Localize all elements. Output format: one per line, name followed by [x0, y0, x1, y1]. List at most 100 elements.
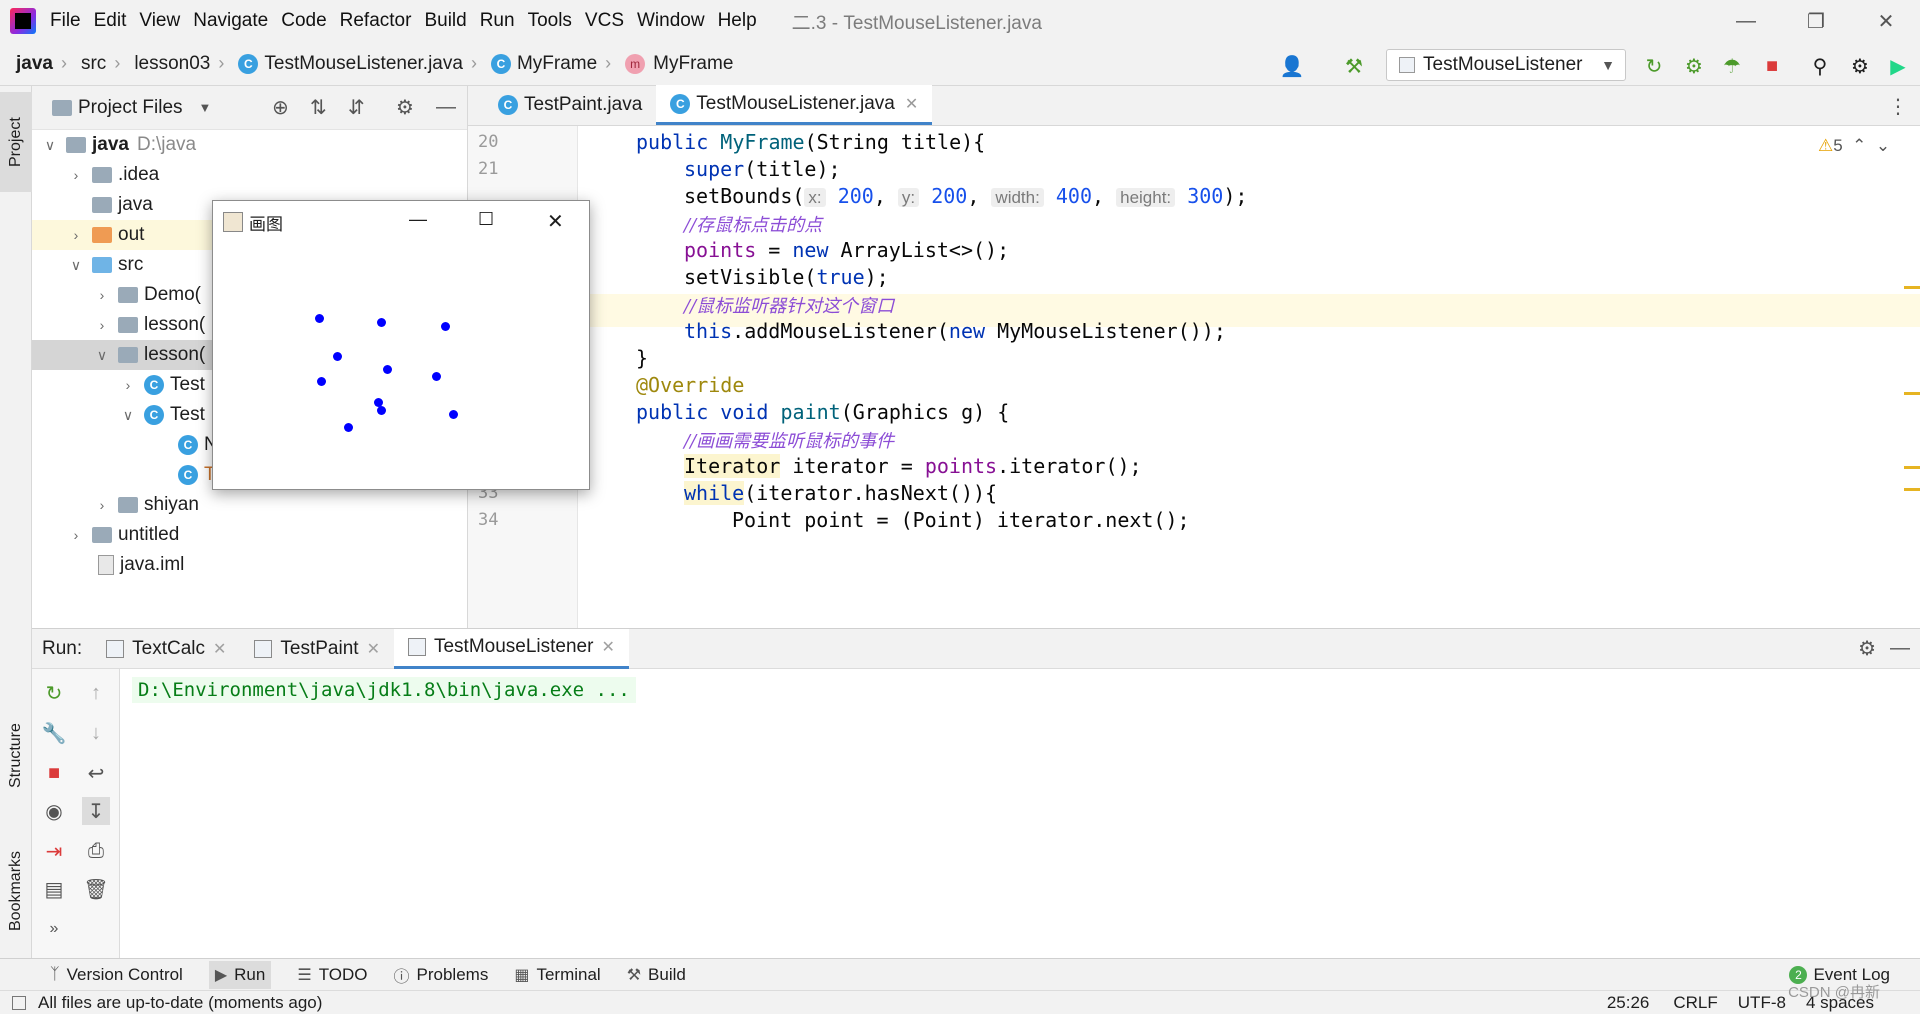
close-tab-icon[interactable]: ✕: [213, 639, 226, 659]
breadcrumb-lesson03[interactable]: lesson03: [134, 53, 210, 75]
breadcrumb-file[interactable]: TestMouseListener.java: [264, 53, 463, 75]
code-line[interactable]: }: [636, 346, 648, 370]
trash-icon[interactable]: 🗑: [82, 875, 110, 903]
code-line[interactable]: this.addMouseListener(new MyMouseListene…: [684, 319, 1226, 343]
chevron-right-icon[interactable]: ›: [68, 167, 84, 183]
locate-icon[interactable]: ⊕: [272, 95, 289, 120]
bookmarks-tool-tab[interactable]: Bookmarks: [0, 826, 32, 956]
coverage-icon[interactable]: ☂: [1718, 52, 1746, 80]
search-icon[interactable]: ⚲: [1806, 52, 1834, 80]
print-icon[interactable]: ⎙: [82, 837, 110, 865]
hide-icon[interactable]: —: [436, 96, 456, 119]
tool-problems[interactable]: ⓘ Problems: [394, 963, 489, 987]
tree-item-untitled[interactable]: › untitled: [32, 520, 468, 550]
down-arrow-icon[interactable]: ↓: [82, 719, 110, 747]
tree-item-java-iml[interactable]: java.iml: [32, 550, 468, 580]
menu-build[interactable]: Build: [424, 10, 466, 32]
debug-icon[interactable]: ⚙: [1680, 52, 1708, 80]
chevron-right-icon[interactable]: ›: [120, 377, 136, 393]
camera-icon[interactable]: ◉: [40, 797, 68, 825]
wrench-icon[interactable]: 🔧: [40, 719, 68, 747]
hide-icon[interactable]: —: [1890, 637, 1910, 660]
run-configuration-select[interactable]: TestMouseListener ▼: [1386, 49, 1626, 81]
chevron-right-icon[interactable]: ›: [94, 317, 110, 333]
close-window-icon[interactable]: ✕: [1856, 0, 1916, 42]
chevron-right-icon[interactable]: ›: [68, 227, 84, 243]
file-encoding[interactable]: UTF-8: [1738, 993, 1786, 1013]
code-line[interactable]: while(iterator.hasNext()){: [684, 481, 997, 505]
tool-build[interactable]: ⚒ Build: [627, 965, 686, 985]
tree-item-java-project[interactable]: ∨ java D:\java: [32, 130, 468, 160]
tool-terminal[interactable]: ▦ Terminal: [514, 965, 600, 985]
tool-version-control[interactable]: ᛉ Version Control: [50, 965, 183, 985]
code-line[interactable]: super(title);: [684, 157, 841, 181]
menu-navigate[interactable]: Navigate: [193, 10, 268, 32]
plugin-icon[interactable]: ▶: [1884, 52, 1912, 80]
run-tab-testmouselistener[interactable]: TestMouseListener ✕: [393, 628, 629, 669]
stop-icon[interactable]: ■: [40, 759, 68, 787]
menu-tools[interactable]: Tools: [528, 10, 572, 32]
chevron-right-icon[interactable]: ›: [94, 287, 110, 303]
menu-code[interactable]: Code: [281, 10, 326, 32]
code-line[interactable]: Iterator iterator = points.iterator();: [684, 454, 1142, 478]
structure-tool-tab[interactable]: Structure: [0, 696, 32, 816]
code-comment[interactable]: //存鼠标点击的点: [684, 211, 822, 237]
breadcrumb-src[interactable]: src: [81, 53, 106, 75]
warnings-indicator[interactable]: ⚠5 ⌃ ⌄: [1818, 136, 1890, 156]
code-line[interactable]: public MyFrame(String title){: [636, 130, 985, 154]
menu-window[interactable]: Window: [637, 10, 705, 32]
project-tool-tab[interactable]: Project: [0, 92, 32, 192]
menu-view[interactable]: View: [139, 10, 180, 32]
code-annotation[interactable]: @Override: [636, 373, 744, 397]
close-tab-icon[interactable]: ✕: [601, 637, 614, 657]
close-tab-icon[interactable]: ✕: [367, 639, 380, 659]
chevron-down-icon[interactable]: ∨: [42, 137, 58, 154]
chevron-down-icon[interactable]: ∨: [68, 257, 84, 274]
minimize-icon[interactable]: —: [409, 209, 427, 230]
line-separator[interactable]: CRLF: [1673, 993, 1717, 1013]
tab-testpaint[interactable]: C TestPaint.java: [484, 85, 656, 125]
exit-icon[interactable]: ⇥: [40, 837, 68, 865]
frame-titlebar[interactable]: 画图 — ☐ ✕: [213, 201, 589, 243]
soft-wrap-icon[interactable]: ↩: [82, 759, 110, 787]
paint-frame-window[interactable]: 画图 — ☐ ✕: [212, 200, 590, 490]
chevron-down-icon[interactable]: ▼: [199, 100, 212, 115]
console-output[interactable]: D:\Environment\java\jdk1.8\bin\java.exe …: [132, 677, 636, 703]
code-line[interactable]: public void paint(Graphics g) {: [636, 400, 1009, 424]
stop-icon[interactable]: ■: [1758, 52, 1786, 80]
user-icon[interactable]: 👤: [1278, 52, 1306, 80]
caret-position[interactable]: 25:26: [1607, 993, 1650, 1013]
close-tab-icon[interactable]: ✕: [905, 94, 918, 114]
chevron-down-icon[interactable]: ∨: [94, 347, 110, 364]
tool-run[interactable]: ▶ Run: [208, 960, 272, 989]
close-icon[interactable]: ✕: [547, 209, 564, 234]
gear-icon[interactable]: ⚙: [1858, 636, 1876, 661]
layout-icon[interactable]: ▤: [40, 875, 68, 903]
chevron-right-icon[interactable]: ›: [68, 527, 84, 543]
menu-edit[interactable]: Edit: [94, 10, 127, 32]
more-icon[interactable]: »: [40, 915, 68, 943]
scroll-to-end-icon[interactable]: ↧: [82, 797, 110, 825]
tree-item-shiyan[interactable]: › shiyan: [32, 490, 468, 520]
code-line[interactable]: points = new ArrayList<>();: [684, 238, 1009, 262]
tool-todo[interactable]: ☰ TODO: [297, 965, 367, 985]
maximize-icon[interactable]: ☐: [478, 209, 494, 230]
run-tab-textcalc[interactable]: TextCalc ✕: [92, 629, 240, 669]
breadcrumb-project[interactable]: java: [16, 53, 53, 75]
code-line[interactable]: Point point = (Point) iterator.next();: [732, 508, 1190, 532]
run-tab-testpaint[interactable]: TestPaint ✕: [240, 629, 394, 669]
build-hammer-icon[interactable]: ⚒: [1340, 52, 1368, 80]
collapse-all-icon[interactable]: ⇵: [348, 95, 365, 120]
up-arrow-icon[interactable]: ↑: [82, 679, 110, 707]
chevron-down-icon[interactable]: ∨: [120, 407, 136, 424]
restore-icon[interactable]: ❐: [1786, 0, 1846, 42]
indent-setting[interactable]: 4 spaces CSDN @冉新: [1788, 984, 1880, 1013]
tree-item-idea[interactable]: › .idea: [32, 160, 468, 190]
tab-testmouselistener[interactable]: C TestMouseListener.java ✕: [656, 85, 933, 125]
intellij-logo-icon[interactable]: [10, 8, 36, 34]
window-toggle-icon[interactable]: [12, 995, 26, 1010]
minimize-icon[interactable]: —: [1716, 0, 1776, 42]
code-line[interactable]: setBounds(x: 200, y: 200, width: 400, he…: [684, 184, 1247, 208]
menu-run[interactable]: Run: [480, 10, 515, 32]
more-icon[interactable]: ⋮: [1888, 94, 1908, 119]
